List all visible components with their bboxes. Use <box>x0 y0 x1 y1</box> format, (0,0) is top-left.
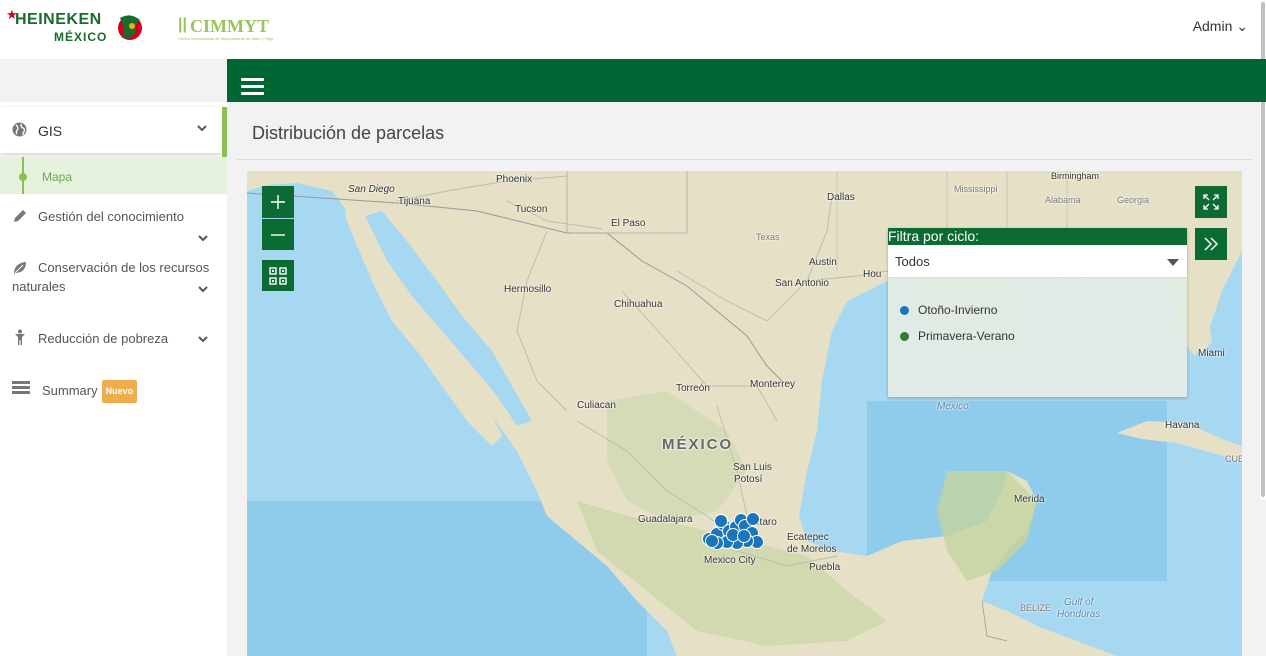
sidebar: GIS Mapa Gestión del conocimiento Conser… <box>0 102 227 656</box>
map-label: Mexico City <box>704 555 756 566</box>
double-chevron-right-icon <box>1204 237 1219 251</box>
aztec-emblem-icon <box>118 15 142 40</box>
map-label: Hou <box>863 269 882 280</box>
map-label: San Diego <box>348 184 395 195</box>
filter-panel: Filtra por ciclo: Todos Otoño-Invierno P… <box>888 228 1187 397</box>
page-title: Distribución de parcelas <box>252 123 445 143</box>
map-label: Birmingham <box>1051 171 1100 181</box>
chevron-down-icon <box>198 336 208 343</box>
sidebar-item-label: Reducción de pobreza <box>38 331 169 346</box>
map-label: Monterrey <box>750 379 796 390</box>
map-label: Miami <box>1198 348 1225 359</box>
map-label: Culiacan <box>577 400 616 411</box>
layers-button[interactable] <box>262 260 294 291</box>
map-label: Tucson <box>515 204 548 215</box>
sidebar-item-label: Gestión del conocimiento <box>38 209 184 224</box>
hamburger-menu-icon[interactable] <box>241 78 265 98</box>
map-label: Guadalajara <box>638 514 693 525</box>
map-view[interactable]: San Diego Tijuana Phoenix Tucson El Paso… <box>247 171 1242 656</box>
globe-icon <box>12 122 27 137</box>
zoom-in-button[interactable] <box>262 186 294 218</box>
map-label: Tijuana <box>398 196 431 207</box>
legend-label: Otoño-Invierno <box>918 303 998 317</box>
sidebar-item-label: GIS <box>38 123 63 139</box>
map-label-water: Mexico <box>937 401 969 412</box>
logo-brand-subtext: MÉXICO <box>54 30 108 44</box>
logo-brand-text: HEINEKEN <box>15 11 102 28</box>
map-label-country: MÉXICO <box>662 436 734 453</box>
map-label-water: Honduras <box>1057 609 1101 620</box>
map-label: Dallas <box>827 192 855 203</box>
legend-dot-icon <box>900 306 909 315</box>
map-label: Mississippi <box>954 184 998 194</box>
sidebar-item-gestion-conocimiento[interactable]: Gestión del conocimiento <box>0 207 227 252</box>
map-label: Austin <box>809 257 837 268</box>
map-label: Alabama <box>1045 195 1081 205</box>
sidebar-item-mapa[interactable] <box>0 157 227 194</box>
map-label: de Morelos <box>787 544 837 555</box>
sidebar-item-label: Summary <box>42 383 98 398</box>
cimmyt-logo[interactable]: || CIMMYT Centro Internacional de Mejora… <box>178 14 288 44</box>
chevron-down-icon <box>198 286 208 293</box>
user-menu-dropdown[interactable]: Admin ⌄ <box>1193 18 1248 35</box>
map-label: Potosí <box>734 474 763 485</box>
legend-item-primavera-verano[interactable]: Primavera-Verano <box>900 329 1015 343</box>
filter-title: Filtra por ciclo: <box>888 228 1187 245</box>
map-label: Chihuahua <box>614 299 663 310</box>
sidebar-item-label: Conservación de los recursos naturales <box>12 260 210 294</box>
expand-icon <box>1203 194 1219 210</box>
heineken-mexico-logo[interactable]: ★ HEINEKEN MÉXICO <box>6 8 142 48</box>
person-icon <box>15 329 25 345</box>
fullscreen-button[interactable] <box>1195 186 1227 218</box>
divider <box>237 159 1252 160</box>
list-icon <box>12 381 30 394</box>
sidebar-item-label[interactable]: Mapa <box>42 170 72 184</box>
parcel-marker[interactable] <box>714 514 728 528</box>
map-label: Havana <box>1165 420 1200 431</box>
top-bar: ★ HEINEKEN MÉXICO || CIMMYT Centro Inter… <box>0 0 1266 59</box>
legend-item-otono-invierno[interactable]: Otoño-Invierno <box>900 303 998 317</box>
map-label: Phoenix <box>496 174 533 185</box>
chevron-down-icon <box>197 125 207 132</box>
map-label: El Paso <box>611 218 646 229</box>
parcel-marker[interactable] <box>746 512 760 526</box>
map-label: Hermosillo <box>504 284 552 295</box>
dot-icon <box>19 173 27 181</box>
map-label: San Luis <box>733 462 772 473</box>
map-label: Georgia <box>1117 195 1150 205</box>
parcel-marker[interactable] <box>737 529 751 543</box>
minus-icon <box>271 234 285 236</box>
map-label-water: Gulf of <box>1064 597 1094 608</box>
new-badge: Nuevo <box>101 380 138 403</box>
logo-partner-text: CIMMYT <box>190 16 269 36</box>
sidebar-item-summary[interactable]: Summary Nuevo <box>0 379 227 404</box>
map-label: Merida <box>1014 494 1045 505</box>
qr-grid-icon <box>269 267 287 285</box>
map-label: CUB <box>1225 454 1242 464</box>
zoom-out-button[interactable] <box>262 219 294 250</box>
logo-partner-subtext: Centro Internacional de Mejoramiento de … <box>178 36 274 41</box>
map-label: Puebla <box>809 562 841 573</box>
select-value: Todos <box>895 254 930 269</box>
map-label: Ecatepec <box>787 532 829 543</box>
map-label: Texas <box>756 232 780 242</box>
sidebar-item-reduccion-pobreza[interactable]: Reducción de pobreza <box>0 328 227 353</box>
map-label: Torreón <box>676 383 710 394</box>
pencil-icon <box>14 210 26 222</box>
caret-down-icon <box>1167 259 1179 266</box>
plus-icon <box>271 195 285 209</box>
legend-dot-icon <box>900 332 909 341</box>
sidebar-item-gis[interactable]: GIS <box>0 107 222 153</box>
sidebar-item-conservacion[interactable]: Conservación de los recursos naturales <box>0 258 227 303</box>
map-label: San Antonio <box>775 278 829 289</box>
legend-label: Primavera-Verano <box>918 329 1015 343</box>
map-label: BELIZE <box>1020 603 1052 613</box>
parcel-marker[interactable] <box>705 534 719 548</box>
wheat-bars-icon: || <box>178 16 187 33</box>
main-header-bar <box>227 59 1266 102</box>
toggle-panel-button[interactable] <box>1195 228 1227 260</box>
chevron-down-icon <box>198 235 208 242</box>
cycle-filter-select[interactable]: Todos <box>888 245 1187 278</box>
